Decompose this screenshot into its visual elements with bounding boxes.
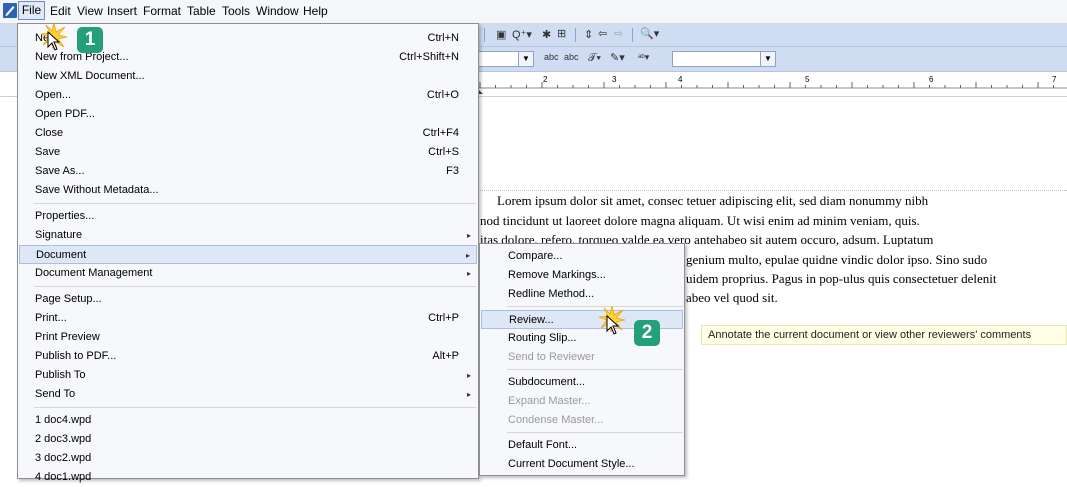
- ruler-number: 3: [612, 75, 617, 84]
- navigate-icon[interactable]: ⇕: [584, 28, 593, 41]
- margin-guideline: [455, 190, 1067, 191]
- submenu-arrow-icon: ▸: [466, 390, 471, 399]
- ruler-number: 2: [543, 75, 548, 84]
- recent-file-item[interactable]: 3 doc2.wpd: [19, 449, 477, 468]
- menu-item-save-as[interactable]: Save As... F3: [19, 162, 477, 181]
- submenu-item-current-document-style[interactable]: Current Document Style...: [481, 455, 683, 474]
- submenu-arrow-icon: ▸: [466, 231, 471, 240]
- justify-full-icon[interactable]: abc: [564, 52, 579, 62]
- insert-image-icon[interactable]: ▣: [496, 28, 506, 41]
- submenu-item-subdocument[interactable]: Subdocument...: [481, 373, 683, 392]
- menu-format[interactable]: Format: [143, 4, 181, 18]
- menu-separator: [34, 407, 476, 408]
- submenu-arrow-icon: ▸: [466, 371, 471, 380]
- menu-item-document[interactable]: Document ▸: [19, 245, 477, 264]
- submenu-item-redline-method[interactable]: Redline Method...: [481, 285, 683, 304]
- menu-separator: [507, 432, 683, 433]
- document-text-line: genium multo, epulae quidne vindic dolor…: [686, 252, 988, 267]
- mouse-cursor-icon: [47, 31, 61, 51]
- symbol-icon[interactable]: ✱: [542, 28, 551, 41]
- menu-file[interactable]: File: [18, 1, 45, 20]
- forward-arrow-icon[interactable]: ⇨: [614, 27, 623, 40]
- menu-separator: [34, 203, 476, 204]
- menu-item-open-pdf[interactable]: Open PDF...: [19, 105, 477, 124]
- table-icon[interactable]: ⊞: [557, 27, 566, 40]
- document-text-line: uidem proprius. Pagus in pop-ulus quis c…: [686, 271, 997, 286]
- ruler-number: 5: [805, 75, 810, 84]
- menu-item-close[interactable]: Close Ctrl+F4: [19, 124, 477, 143]
- submenu-item-compare[interactable]: Compare...: [481, 247, 683, 266]
- app-logo-icon: [3, 3, 17, 18]
- mouse-cursor-icon: [606, 315, 620, 335]
- menu-help[interactable]: Help: [303, 4, 328, 18]
- menu-insert[interactable]: Insert: [107, 4, 137, 18]
- ruler-number: 7: [1052, 75, 1057, 84]
- document-text-line: abeo vel quod sit.: [686, 290, 778, 305]
- quickcorrect-icon[interactable]: Q⁺▾: [512, 28, 532, 41]
- menu-item-properties[interactable]: Properties...: [19, 207, 477, 226]
- document-submenu: Compare... Remove Markings... Redline Me…: [479, 243, 685, 476]
- submenu-item-default-font[interactable]: Default Font...: [481, 436, 683, 455]
- ruler-number: 4: [678, 75, 683, 84]
- menu-table[interactable]: Table: [187, 4, 216, 18]
- document-text-line: nod tincidunt ut laoreet dolore magna al…: [480, 213, 920, 228]
- menu-item-document-management[interactable]: Document Management ▸: [19, 264, 477, 283]
- submenu-item-remove-markings[interactable]: Remove Markings...: [481, 266, 683, 285]
- text-color-icon[interactable]: ᵃᵇ▾: [638, 52, 649, 63]
- document-text-line: Lorem ipsum dolor sit amet, consec tetue…: [497, 193, 929, 208]
- ruler-number: 6: [929, 75, 934, 84]
- menu-item-save[interactable]: Save Ctrl+S: [19, 143, 477, 162]
- submenu-item-expand-master[interactable]: Expand Master...: [481, 392, 683, 411]
- submenu-item-condense-master[interactable]: Condense Master...: [481, 411, 683, 430]
- submenu-arrow-icon: ▸: [465, 251, 470, 260]
- chevron-down-icon[interactable]: ▼: [760, 52, 775, 66]
- menu-bar: File Edit View Insert Format Table Tools…: [0, 0, 1067, 24]
- menu-tools[interactable]: Tools: [222, 4, 250, 18]
- menu-item-new-xml-document[interactable]: New XML Document...: [19, 67, 477, 86]
- tooltip: Annotate the current document or view ot…: [701, 325, 1067, 345]
- submenu-arrow-icon: ▸: [466, 269, 471, 278]
- menu-item-signature[interactable]: Signature ▸: [19, 226, 477, 245]
- menu-separator: [507, 369, 683, 370]
- menu-item-publish-to[interactable]: Publish To ▸: [19, 366, 477, 385]
- toolbar-separator: [484, 28, 485, 42]
- step-2-badge: 2: [634, 320, 660, 346]
- submenu-item-send-to-reviewer[interactable]: Send to Reviewer: [481, 348, 683, 367]
- toolbar-separator: [575, 28, 576, 42]
- menu-view[interactable]: View: [77, 4, 103, 18]
- menu-window[interactable]: Window: [256, 4, 299, 18]
- menu-item-print-preview[interactable]: Print Preview: [19, 328, 477, 347]
- style-combo[interactable]: ▼: [672, 51, 776, 67]
- menu-item-page-setup[interactable]: Page Setup...: [19, 290, 477, 309]
- line-spacing-icon[interactable]: 𝒯▾: [588, 52, 601, 65]
- menu-separator: [507, 306, 683, 307]
- menu-item-send-to[interactable]: Send To ▸: [19, 385, 477, 404]
- highlight-icon[interactable]: ✎▾: [610, 51, 625, 64]
- menu-edit[interactable]: Edit: [50, 4, 71, 18]
- menu-item-print[interactable]: Print... Ctrl+P: [19, 309, 477, 328]
- step-1-badge: 1: [77, 27, 103, 53]
- justify-icon[interactable]: abc: [544, 52, 559, 62]
- recent-file-item[interactable]: 4 doc1.wpd: [19, 468, 477, 487]
- toolbar-separator: [632, 28, 633, 42]
- recent-file-item[interactable]: 1 doc4.wpd: [19, 411, 477, 430]
- zoom-icon[interactable]: 🔍▾: [640, 27, 659, 40]
- menu-item-publish-to-pdf[interactable]: Publish to PDF... Alt+P: [19, 347, 477, 366]
- menu-separator: [34, 286, 476, 287]
- file-menu: New Ctrl+N New from Project... Ctrl+Shift+…: [17, 23, 479, 483]
- font-size-combo[interactable]: ▼: [470, 51, 534, 67]
- recent-file-item[interactable]: 2 doc3.wpd: [19, 430, 477, 449]
- chevron-down-icon[interactable]: ▼: [518, 52, 533, 66]
- menu-item-open[interactable]: Open... Ctrl+O: [19, 86, 477, 105]
- menu-item-save-without-metadata[interactable]: Save Without Metadata...: [19, 181, 477, 200]
- back-arrow-icon[interactable]: ⇦: [598, 27, 607, 40]
